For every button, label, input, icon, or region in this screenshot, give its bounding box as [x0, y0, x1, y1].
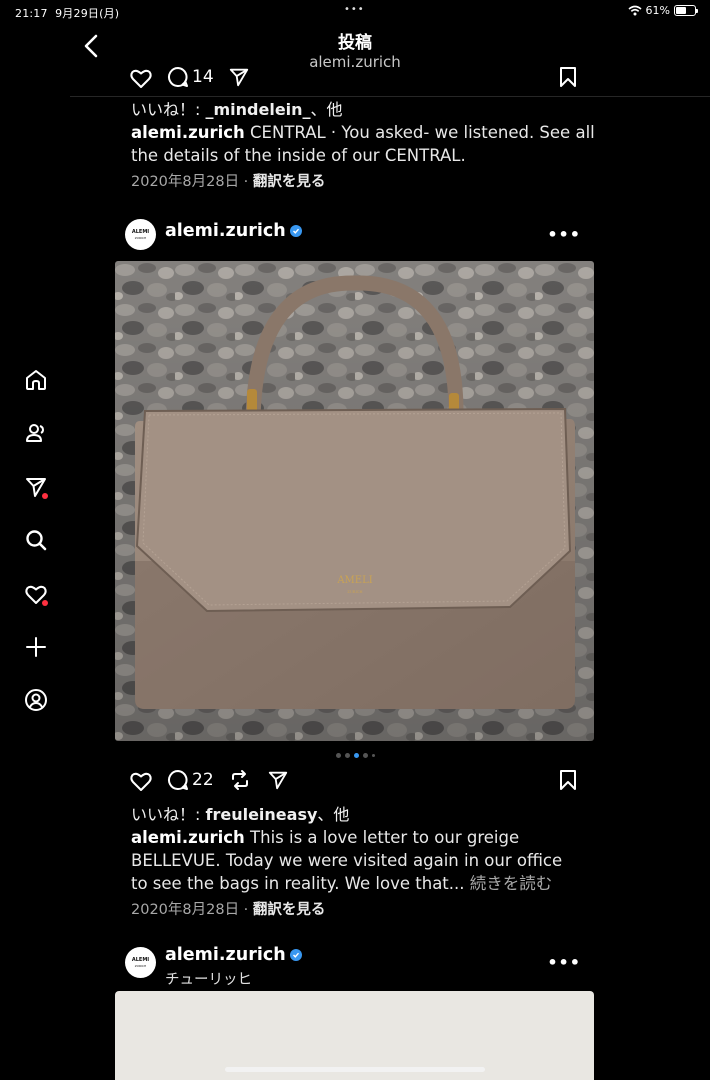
post-meta: 2020年8月28日 · 翻訳を見る [131, 902, 326, 918]
avatar[interactable]: ALEMI ZURICH [125, 947, 156, 978]
avatar[interactable]: ALEMI ZURICH [125, 219, 156, 250]
people-icon [26, 424, 45, 442]
bag-brand-text: AMELI [336, 575, 372, 586]
comment-icon [168, 67, 188, 87]
post-date: 2020年8月28日 [131, 902, 240, 918]
feed: 14 いいね！: _mindelein_、他 alemi.zurich CENT… [115, 67, 595, 1080]
like-button[interactable] [129, 66, 153, 90]
multitask-dots[interactable]: ••• [344, 4, 365, 15]
post-date: 2020年8月28日 [131, 174, 240, 190]
nav-people[interactable] [22, 419, 50, 447]
heart-icon [130, 69, 152, 88]
bag-brand-subtext: ZURICH [347, 590, 362, 594]
carousel-dot [335, 752, 341, 758]
status-bar: 21:17 9月29日(月) ••• 61% [0, 0, 710, 26]
profile-icon [25, 689, 47, 711]
post-caption: alemi.zurich This is a love letter to ou… [131, 828, 563, 893]
verified-icon [289, 225, 302, 237]
post-username[interactable]: alemi.zurich [165, 945, 302, 965]
status-time: 21:17 9月29日(月) [15, 7, 120, 20]
caption-username[interactable]: alemi.zurich [131, 828, 245, 847]
post-location[interactable]: チューリッヒ [165, 968, 252, 989]
likes-user[interactable]: _mindelein_ [205, 100, 310, 119]
carousel-dot-active [353, 752, 359, 758]
notification-dot [42, 600, 48, 606]
home-indicator[interactable] [225, 1067, 485, 1072]
share-button[interactable] [228, 66, 250, 88]
likes-user[interactable]: freuleineasy [205, 805, 317, 824]
caption-username[interactable]: alemi.zurich [131, 123, 245, 142]
save-button[interactable] [558, 66, 578, 88]
battery-percent: 61% [645, 4, 670, 17]
more-options-button[interactable]: ••• [547, 225, 581, 244]
bookmark-icon [560, 67, 576, 87]
carousel-dot [362, 752, 368, 758]
comment-icon [168, 770, 188, 790]
nav-activity[interactable] [22, 580, 50, 608]
plus-icon [26, 637, 46, 657]
comment-button[interactable]: 14 [167, 66, 214, 88]
more-options-button[interactable]: ••• [547, 953, 581, 972]
post2-action-bar: 22 [115, 769, 595, 797]
comment-button[interactable]: 22 [167, 769, 214, 791]
search-icon [26, 530, 47, 551]
nav-create[interactable] [22, 633, 50, 661]
like-button[interactable] [129, 769, 153, 793]
home-icon [26, 370, 46, 390]
post1-action-bar: 14 [115, 66, 595, 94]
notification-dot [42, 493, 48, 499]
translate-link[interactable]: 翻訳を見る [253, 902, 326, 918]
translate-link[interactable]: 翻訳を見る [253, 174, 326, 190]
repost-button[interactable] [229, 769, 251, 791]
handbag-photo: AMELI ZURICH [115, 261, 594, 741]
post-photo[interactable]: AMELI ZURICH [115, 261, 594, 741]
post-meta: 2020年8月28日 · 翻訳を見る [131, 174, 326, 190]
repost-icon [232, 770, 248, 790]
post3-header: ALEMI ZURICH alemi.zurich チューリッヒ ••• [115, 941, 595, 991]
wifi-icon [628, 5, 642, 16]
likes-line: いいね！: _mindelein_、他 [131, 100, 343, 119]
battery-icon [674, 5, 698, 16]
comment-count: 14 [192, 67, 214, 87]
carousel-dot [344, 752, 350, 758]
nav-home[interactable] [22, 366, 50, 394]
comment-count: 22 [192, 770, 214, 790]
battery-fill [676, 7, 687, 14]
send-icon [268, 771, 288, 790]
bookmark-icon [560, 770, 576, 790]
verified-icon [289, 949, 302, 961]
likes-line: いいね！: freuleineasy、他 [131, 805, 350, 824]
carousel-dot [371, 753, 375, 757]
nav-profile[interactable] [22, 686, 50, 714]
post-caption: alemi.zurich CENTRAL · You asked- we lis… [131, 123, 595, 165]
status-date: 9月29日(月) [55, 7, 120, 20]
save-button[interactable] [558, 769, 578, 791]
heart-icon [130, 772, 152, 791]
post-username[interactable]: alemi.zurich [165, 221, 302, 241]
page-title: 投稿 [338, 33, 372, 53]
post2-header: ALEMI ZURICH alemi.zurich ••• [115, 217, 595, 261]
nav-search[interactable] [22, 526, 50, 554]
carousel-indicator [115, 741, 595, 769]
status-indicators: 61% [628, 4, 698, 17]
nav-messages[interactable] [22, 473, 50, 501]
read-more-link[interactable]: 続きを読む [465, 874, 553, 893]
share-button[interactable] [267, 769, 289, 791]
send-icon [229, 68, 249, 87]
